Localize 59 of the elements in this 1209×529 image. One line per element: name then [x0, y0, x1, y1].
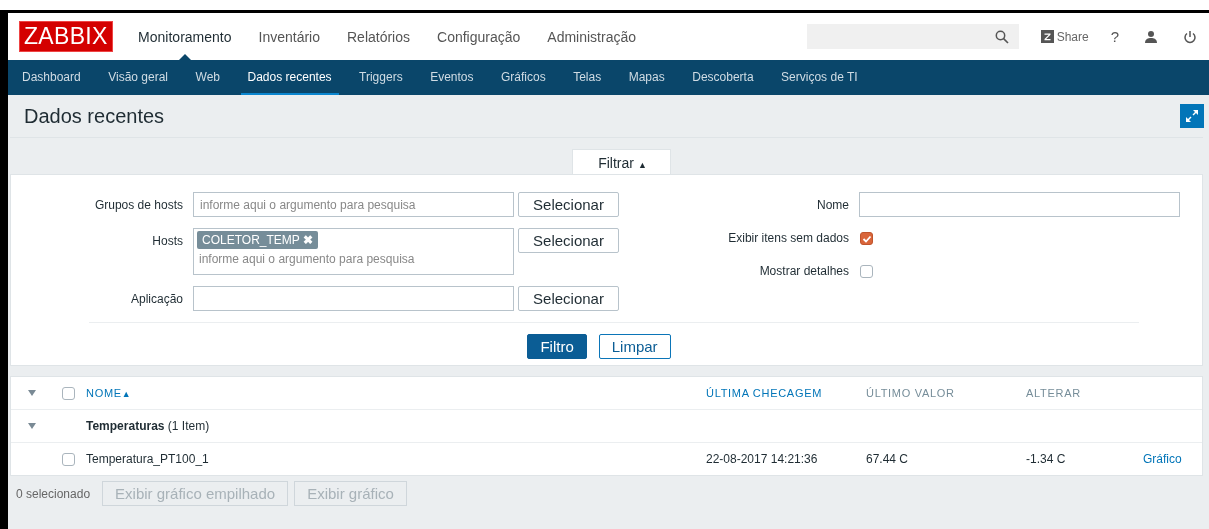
subnav-item[interactable]: Mapas [621, 60, 672, 95]
field-label: Hosts [151, 233, 183, 248]
name-field[interactable] [859, 192, 1180, 217]
input-field[interactable]: informe aqui o argumento para pesquisa [193, 192, 514, 217]
select-button[interactable]: Selecionar [518, 228, 619, 253]
share-logo-icon [1040, 30, 1054, 43]
checkbox[interactable] [860, 265, 873, 278]
subnav-item[interactable]: Gráficos [494, 60, 553, 95]
select-button[interactable]: Selecionar [518, 192, 619, 217]
group-toggle-icon[interactable] [28, 423, 36, 429]
main-menu-item[interactable]: Relatórios [333, 13, 424, 60]
subnav-item[interactable]: Triggers [352, 60, 410, 95]
share-link[interactable]: Share [1040, 29, 1089, 44]
field-label: Nome [816, 197, 849, 212]
column-header[interactable]: NOME▲ [86, 387, 132, 399]
selected-count: 0 selecionado [16, 486, 91, 501]
filter-tab[interactable]: Filtrar ▲ [572, 149, 671, 174]
filter-button[interactable]: Filtro [527, 334, 587, 359]
help-link[interactable]: ? [1110, 28, 1119, 45]
user-icon[interactable] [1144, 29, 1158, 44]
column-header[interactable]: ÚLTIMO VALOR [866, 387, 955, 399]
select-all-checkbox[interactable] [62, 386, 75, 400]
search-icon[interactable] [994, 29, 1009, 44]
subnav-item[interactable]: Serviços de TI [774, 60, 865, 95]
checkbox[interactable] [860, 232, 873, 245]
subnav-item[interactable]: Eventos [423, 60, 481, 95]
checkbox-label: Mostrar detalhes [758, 263, 849, 278]
select-button[interactable]: Selecionar [518, 286, 619, 311]
column-header[interactable]: ÚLTIMA CHECAGEM [706, 387, 823, 399]
subnav-item[interactable]: Descoberta [685, 60, 761, 95]
subnav-item[interactable]: Telas [566, 60, 609, 95]
main-menu-item[interactable]: Inventário [245, 13, 334, 60]
checkbox-label: Exibir itens sem dados [727, 230, 849, 245]
field-label: Grupos de hosts [93, 197, 183, 212]
fullscreen-button[interactable] [1180, 104, 1204, 128]
reset-button[interactable]: Limpar [598, 334, 671, 359]
row-checkbox[interactable] [62, 452, 75, 466]
table-cell: -1.34 C [1026, 452, 1066, 466]
table-cell: Temperatura_PT100_1 [86, 452, 209, 466]
field-label: Aplicação [129, 291, 183, 306]
column-header[interactable]: ALTERAR [1026, 387, 1081, 399]
subnav-item[interactable]: Dados recentes [240, 60, 339, 95]
subnav-item[interactable]: Web [188, 60, 227, 95]
graph-link[interactable]: Gráfico [1143, 452, 1182, 466]
input-field[interactable] [193, 286, 514, 311]
table-cell: 67.44 C [866, 452, 909, 466]
zabbix-logo[interactable]: ZABBIX [19, 21, 113, 52]
page-title: Dados recentes [24, 104, 166, 128]
group-name: Temperaturas (1 Item) [86, 419, 210, 433]
subnav-item[interactable]: Dashboard [15, 60, 88, 95]
main-menu-item[interactable]: Monitoramento [124, 13, 245, 60]
power-icon[interactable] [1183, 29, 1197, 44]
main-menu-item[interactable]: Administração [533, 13, 650, 60]
main-menu-item[interactable]: Configuração [423, 13, 534, 60]
table-cell: 22-08-2017 14:21:36 [706, 452, 818, 466]
expand-icon [1185, 109, 1199, 123]
search-field[interactable] [806, 24, 1019, 49]
subnav-item[interactable]: Visão geral [101, 60, 176, 95]
collapse-toggle-icon[interactable] [28, 390, 36, 396]
